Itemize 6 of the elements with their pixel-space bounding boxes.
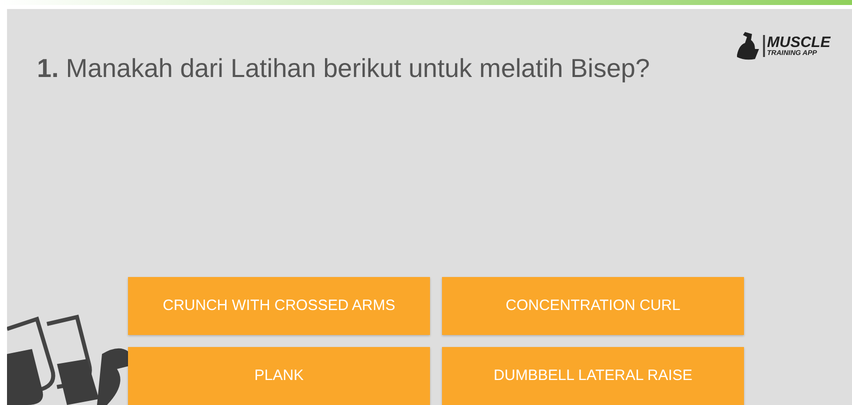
- answer-button[interactable]: DUMBBELL LATERAL RAISE: [442, 347, 744, 405]
- answer-button[interactable]: PLANK: [128, 347, 430, 405]
- logo-title: MUSCLE: [767, 35, 830, 50]
- question-text: 1. Manakah dari Latihan berikut untuk melatih Bisep?: [37, 53, 650, 83]
- answer-button[interactable]: CRUNCH WITH CROSSED ARMS: [128, 277, 430, 335]
- answer-button[interactable]: CONCENTRATION CURL: [442, 277, 744, 335]
